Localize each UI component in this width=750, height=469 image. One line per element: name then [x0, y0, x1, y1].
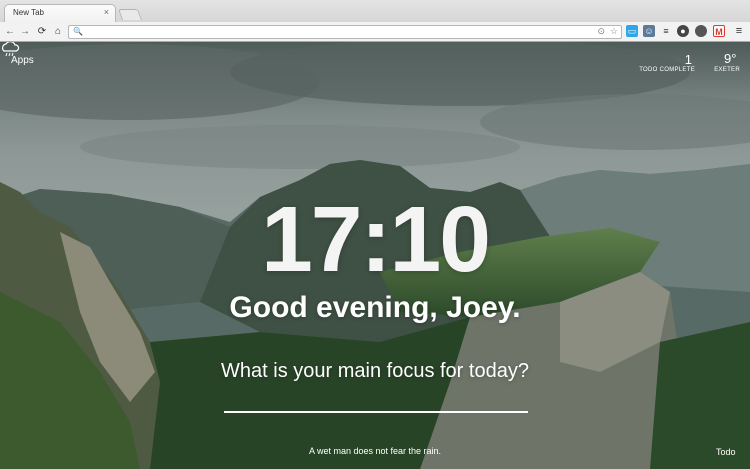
- greeting[interactable]: Good evening, Joey.: [0, 291, 750, 325]
- address-bar[interactable]: 🔍 ⊙ ☆: [68, 25, 622, 39]
- daily-quote[interactable]: A wet man does not fear the rain.: [0, 446, 750, 456]
- tab-strip: New Tab ×: [0, 0, 750, 22]
- rain-cloud-icon: [2, 42, 20, 57]
- momentum-page: Apps 1 TODO COMPLETE 9° EXETER 17:10 Goo…: [0, 42, 750, 469]
- forward-arrow-icon[interactable]: →: [19, 25, 31, 38]
- circle-extension-icon[interactable]: [695, 25, 707, 37]
- focus-question: What is your main focus for today?: [221, 360, 529, 382]
- new-tab-button[interactable]: [117, 9, 143, 20]
- tab-title: New Tab: [13, 8, 44, 17]
- profile-extension-icon[interactable]: ☺: [643, 25, 655, 37]
- menu-icon[interactable]: ≡: [733, 25, 745, 37]
- buffer-extension-icon[interactable]: ≡: [660, 25, 672, 37]
- bookmark-star-icon[interactable]: ☆: [610, 26, 618, 37]
- home-icon[interactable]: ⌂: [52, 25, 64, 38]
- tab-new-tab[interactable]: New Tab ×: [4, 4, 116, 22]
- temperature[interactable]: 9°: [724, 51, 736, 66]
- clock-time: 17:10: [261, 187, 491, 291]
- reload-icon[interactable]: ⟳: [36, 25, 48, 38]
- todo-complete-label: TODO COMPLETE: [639, 67, 695, 73]
- back-arrow-icon[interactable]: ←: [4, 25, 16, 38]
- weather-city: EXETER: [714, 67, 740, 73]
- chat-extension-icon[interactable]: ▭: [626, 25, 638, 37]
- close-icon[interactable]: ×: [104, 7, 109, 17]
- location-target-icon[interactable]: ⊙: [597, 26, 605, 37]
- todo-link[interactable]: Todo: [716, 447, 736, 457]
- search-icon: 🔍: [73, 27, 83, 36]
- main-focus-input[interactable]: [224, 389, 528, 413]
- gmail-extension-icon[interactable]: M: [713, 25, 725, 37]
- todo-complete-count: 1: [684, 52, 692, 67]
- github-extension-icon[interactable]: ●: [677, 25, 689, 37]
